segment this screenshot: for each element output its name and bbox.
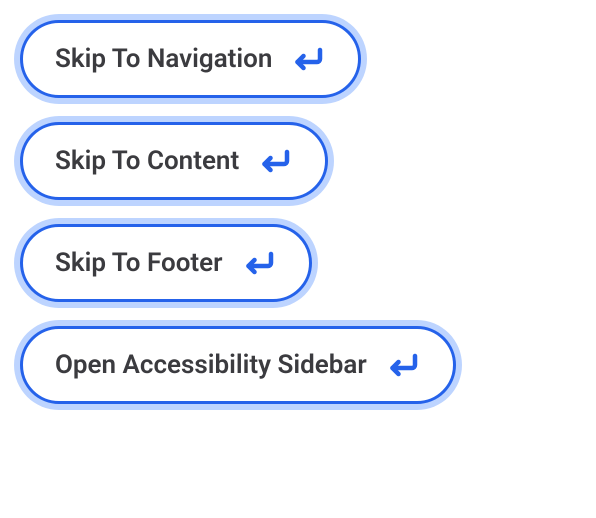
enter-key-icon [257, 143, 293, 179]
skip-link-label: Skip To Footer [55, 248, 223, 278]
skip-to-footer-link[interactable]: Skip To Footer [20, 224, 312, 302]
enter-key-icon [290, 41, 326, 77]
skip-links-nav: Skip To Navigation Skip To Content Skip … [20, 20, 576, 404]
skip-to-content-link[interactable]: Skip To Content [20, 122, 328, 200]
skip-link-label: Open Accessibility Sidebar [55, 350, 367, 380]
enter-key-icon [241, 245, 277, 281]
enter-key-icon [385, 347, 421, 383]
skip-to-navigation-link[interactable]: Skip To Navigation [20, 20, 361, 98]
skip-link-label: Skip To Navigation [55, 44, 272, 74]
open-accessibility-sidebar-link[interactable]: Open Accessibility Sidebar [20, 326, 456, 404]
skip-link-label: Skip To Content [55, 146, 239, 176]
